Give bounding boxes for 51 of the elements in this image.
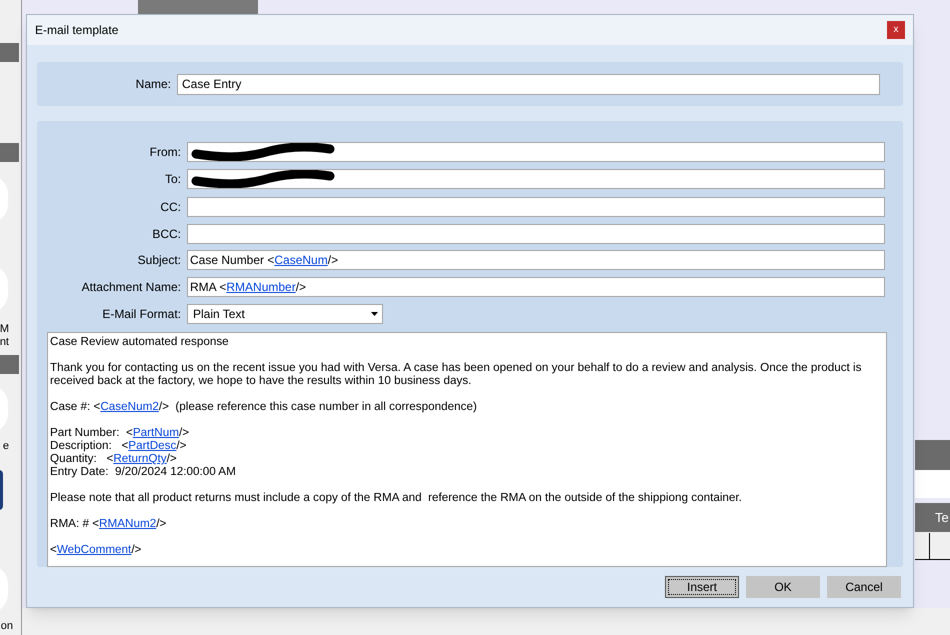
placeholder-link[interactable]: CaseNum2 (100, 400, 159, 413)
placeholder-link[interactable]: ReturnQty (113, 452, 167, 465)
sidebar-label: e (2, 440, 9, 452)
column-header: Te (915, 503, 950, 532)
input-field[interactable] (187, 197, 885, 217)
dialog-button[interactable]: OK (746, 576, 820, 598)
placeholder-link[interactable]: RMANum2 (99, 517, 156, 530)
input-field[interactable] (187, 224, 885, 244)
name-field[interactable]: Case Entry (177, 74, 880, 94)
table-row (915, 470, 950, 498)
input-field[interactable]: Case Number <CaseNum/> (187, 250, 885, 270)
body-text: RMA: # <RMANum2/> (50, 517, 168, 530)
field-label: BCC: (151, 226, 182, 243)
format-dropdown[interactable]: Plain Text (187, 304, 383, 324)
sidebar-label: on (0, 620, 13, 632)
body-text: Description: <PartDesc/> (50, 439, 188, 452)
placeholder-link[interactable]: CaseNum (274, 253, 328, 267)
sidebar-bar (0, 355, 19, 374)
table-header-bar (915, 440, 950, 470)
body-text: Case Review automated response (50, 335, 230, 348)
sidebar-label: nt (0, 336, 9, 348)
field-label: From: (148, 144, 182, 161)
body-text: Case #: <CaseNum2/> (please reference this case number in all correspondence) (50, 400, 478, 413)
window-title: E-mail template (35, 22, 118, 39)
placeholder-link[interactable]: PartNum (132, 426, 179, 439)
body-text: Part Number: <PartNum/> (50, 426, 190, 439)
input-field[interactable]: RMA <RMANumber/> (187, 277, 885, 297)
field-label: To: (164, 171, 182, 188)
input-field[interactable] (187, 142, 885, 162)
body-text: <WebComment/> (50, 543, 142, 556)
body-text: Entry Date: 9/20/2024 12:00:00 AM (50, 465, 237, 478)
dialog-button[interactable]: Cancel (827, 576, 901, 598)
input-field[interactable] (187, 169, 885, 189)
field-label: Subject: (136, 252, 182, 269)
placeholder-link[interactable]: PartDesc (128, 439, 176, 452)
message-body-field[interactable] (47, 332, 887, 567)
dialog-button[interactable]: Insert (665, 576, 739, 598)
placeholder-link[interactable]: RMANumber (226, 280, 296, 294)
field-label: CC: (159, 199, 182, 216)
field-label: E-Mail Format: (101, 306, 182, 323)
table-row (915, 532, 950, 560)
body-text: Please note that all product returns must include a copy of the RMA and reference the RMA on the outside of the shippiong container. (50, 491, 743, 504)
field-label: Attachment Name: (80, 279, 182, 296)
sidebar-label: M (0, 323, 9, 335)
placeholder-link[interactable]: WebComment (56, 543, 132, 556)
close-button[interactable]: x (887, 21, 905, 39)
sidebar-bar (0, 143, 19, 162)
body-text: Quantity: <ReturnQty/> (50, 452, 178, 465)
field-label: Name: (134, 76, 172, 93)
sidebar-bar (0, 43, 19, 62)
body-text: Thank you for contacting us on the recent issue you had with Versa. A case has been opened on your behalf to do a review and analysis. Once the product is received back at the factory, we hope to have the results within 10 business days. (50, 361, 862, 387)
